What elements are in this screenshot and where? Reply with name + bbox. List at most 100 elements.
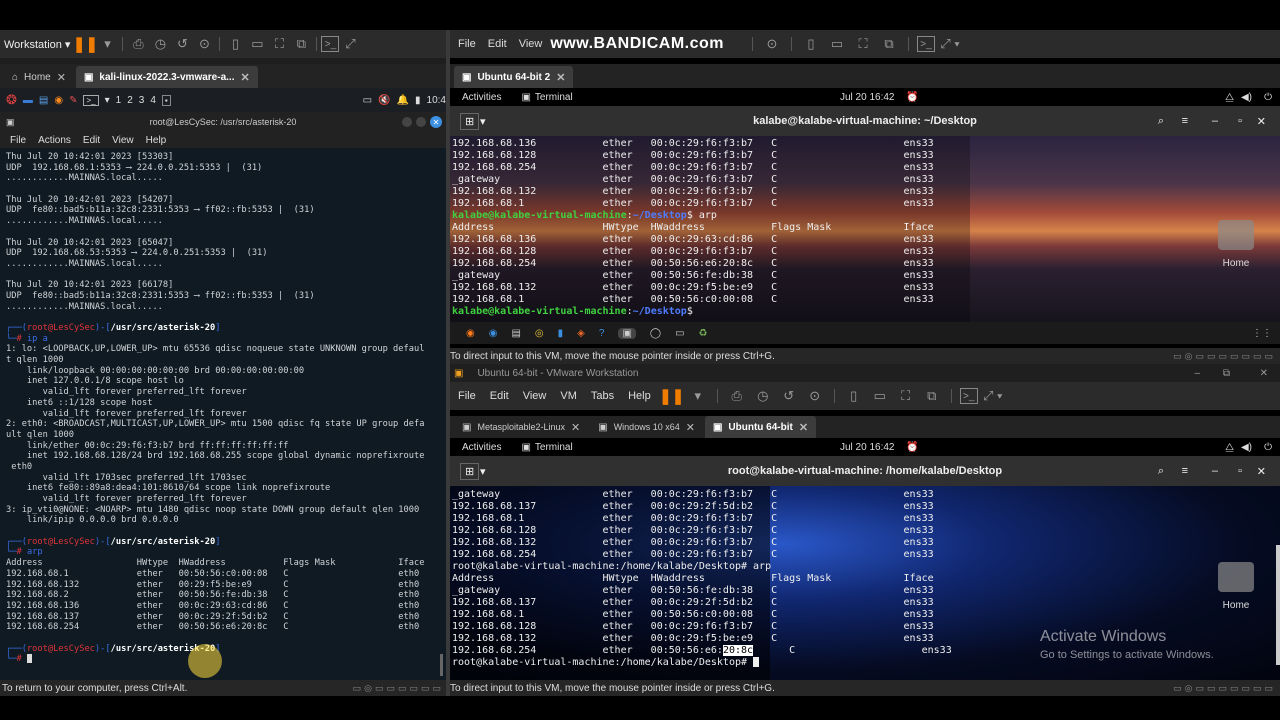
- tab-windows-10[interactable]: ▣ Windows 10 x64 ✕: [590, 416, 703, 438]
- clock[interactable]: Jul 20 16:42: [840, 92, 895, 103]
- files-icon[interactable]: ▤: [511, 328, 520, 339]
- tab-metasploitable[interactable]: ▣ Metasploitable2-Linux ✕: [454, 416, 588, 438]
- app-menu[interactable]: Terminal: [535, 442, 573, 453]
- activities-button[interactable]: Activities: [462, 92, 501, 103]
- pause-icon[interactable]: ❚❚: [73, 33, 98, 55]
- thunderbird-icon[interactable]: ◉: [489, 328, 498, 339]
- mute-icon[interactable]: 🔇: [378, 95, 390, 106]
- task-icon[interactable]: ▪: [161, 94, 171, 106]
- help-icon[interactable]: ?: [599, 328, 605, 339]
- panel-dropdown-icon[interactable]: ▾: [105, 95, 110, 106]
- library-icon[interactable]: ▯: [224, 33, 246, 55]
- rhythmbox-icon[interactable]: ◎: [535, 328, 544, 339]
- close-icon[interactable]: ✕: [571, 421, 580, 434]
- tab-dropdown-icon[interactable]: ▾: [480, 465, 486, 478]
- home-folder-desktop-icon-2[interactable]: Home: [1212, 562, 1260, 618]
- menu-edit[interactable]: Edit: [490, 390, 509, 402]
- notification-icon[interactable]: 🔔: [397, 95, 409, 106]
- close-icon[interactable]: ✕: [1257, 115, 1266, 128]
- maximize-icon[interactable]: ▫: [1238, 465, 1242, 477]
- menu-view[interactable]: View: [523, 390, 547, 402]
- revert-snapshot-icon[interactable]: ↺: [778, 385, 800, 407]
- file-manager-icon[interactable]: ▤: [39, 95, 48, 106]
- dropdown-icon[interactable]: ▾: [96, 33, 118, 55]
- new-tab-icon[interactable]: ⊞: [460, 462, 480, 480]
- tab-home[interactable]: ⌂ Home ✕: [4, 66, 74, 88]
- workstation-menu[interactable]: Workstation ▾: [4, 38, 70, 51]
- tab-ubuntu-2[interactable]: ▣ Ubuntu 64-bit 2 ✕: [454, 66, 574, 88]
- manage-snapshots-icon[interactable]: ⊙: [804, 385, 826, 407]
- device-icons[interactable]: ▭◎▭▭▭▭▭▭: [353, 683, 444, 694]
- fullscreen-icon[interactable]: ⛶: [268, 33, 290, 55]
- unity-icon[interactable]: ⧉: [290, 33, 312, 55]
- close-icon[interactable]: ✕: [686, 421, 695, 434]
- menu-file[interactable]: File: [458, 390, 476, 402]
- close-icon[interactable]: ✕: [57, 71, 66, 84]
- workspace-1[interactable]: 1: [116, 95, 122, 106]
- snapshot-icon[interactable]: ◷: [752, 385, 774, 407]
- network-icon[interactable]: ⧋: [1225, 92, 1234, 103]
- show-desktop-icon[interactable]: ▬: [23, 95, 33, 106]
- clock[interactable]: Jul 20 16:42: [840, 442, 895, 453]
- home-folder-desktop-icon[interactable]: Home: [1212, 220, 1260, 276]
- menu-help[interactable]: Help: [628, 390, 651, 402]
- terminal-icon[interactable]: >_: [83, 94, 99, 106]
- app-menu[interactable]: Terminal: [535, 92, 573, 103]
- pause-icon[interactable]: ❚❚: [659, 385, 684, 407]
- send-keys-icon[interactable]: ⎙: [127, 33, 149, 55]
- lock-icon[interactable]: ▮: [415, 95, 421, 106]
- device-icons[interactable]: ▭◎▭▭▭▭▭▭▭: [1173, 683, 1276, 694]
- maximize-icon[interactable]: [416, 117, 426, 127]
- menu-view[interactable]: View: [519, 38, 543, 50]
- terminal-dock-icon[interactable]: ▣: [618, 327, 636, 339]
- drive-icon[interactable]: ▭: [675, 328, 684, 339]
- close-icon[interactable]: ✕: [1257, 465, 1266, 478]
- menu-edit[interactable]: Edit: [488, 38, 507, 50]
- console-icon[interactable]: >_: [917, 36, 935, 52]
- power-icon[interactable]: ⏻: [1264, 92, 1272, 103]
- workspace-3[interactable]: 3: [139, 95, 145, 106]
- workspace-4[interactable]: 4: [150, 95, 156, 106]
- send-keys-icon[interactable]: ⎙: [726, 385, 748, 407]
- close-icon[interactable]: ✕: [430, 116, 442, 128]
- firefox-icon[interactable]: ◉: [466, 328, 475, 339]
- manage-snapshots-icon[interactable]: ⊙: [761, 33, 783, 55]
- workspace-2[interactable]: 2: [127, 95, 133, 106]
- fullscreen-icon[interactable]: ⛶: [895, 385, 917, 407]
- console-icon[interactable]: >_: [321, 36, 340, 52]
- menu-tabs[interactable]: Tabs: [591, 390, 614, 402]
- stretch-icon[interactable]: ⤢ ▾: [939, 33, 961, 55]
- unity-icon[interactable]: ⧉: [878, 33, 900, 55]
- volume-icon[interactable]: ◀): [1241, 92, 1252, 103]
- network-icon[interactable]: ⧋: [1225, 442, 1234, 453]
- display-icon[interactable]: ▭: [363, 95, 372, 106]
- writer-icon[interactable]: ▮: [558, 328, 564, 339]
- stretch-icon[interactable]: ⤢: [339, 33, 361, 55]
- tab-kali[interactable]: ▣ kali-linux-2022.3-vmware-a... ✕: [75, 66, 258, 88]
- activities-button[interactable]: Activities: [462, 442, 501, 453]
- firefox-icon[interactable]: ◉: [54, 95, 63, 106]
- menu-edit[interactable]: Edit: [83, 135, 100, 146]
- menu-actions[interactable]: Actions: [38, 135, 71, 146]
- snapshot-icon[interactable]: ◷: [149, 33, 171, 55]
- unity-icon[interactable]: ⧉: [921, 385, 943, 407]
- close-icon[interactable]: ✕: [1260, 368, 1268, 379]
- stretch-icon[interactable]: ⤢ ▾: [982, 385, 1004, 407]
- minimize-icon[interactable]: [402, 117, 412, 127]
- menu-view[interactable]: View: [112, 135, 134, 146]
- menu-help[interactable]: Help: [146, 135, 167, 146]
- close-icon[interactable]: ✕: [556, 71, 565, 84]
- tab-ubuntu[interactable]: ▣ Ubuntu 64-bit ✕: [704, 416, 817, 438]
- minimize-icon[interactable]: –: [1212, 465, 1218, 477]
- kali-menu-icon[interactable]: ❂: [6, 92, 17, 108]
- new-tab-icon[interactable]: ⊞: [460, 112, 480, 130]
- hamburger-icon[interactable]: ≡: [1182, 115, 1188, 127]
- minimize-icon[interactable]: –: [1194, 368, 1200, 379]
- maximize-icon[interactable]: ⧉: [1223, 368, 1230, 379]
- ubuntu-bottom-terminal-output[interactable]: _gateway ether 00:0c:29:f6:f3:b7 C ens33…: [452, 489, 1012, 675]
- ubuntu-top-terminal-output[interactable]: 192.168.68.136 ether 00:0c:29:f6:f3:b7 C…: [452, 138, 1012, 320]
- kali-terminal-output[interactable]: Thu Jul 20 10:42:01 2023 [53303] UDP 192…: [6, 152, 442, 672]
- terminal-scrollbar[interactable]: [440, 654, 443, 676]
- show-apps-icon[interactable]: ⋮⋮: [1252, 328, 1272, 339]
- close-icon[interactable]: ✕: [240, 71, 249, 84]
